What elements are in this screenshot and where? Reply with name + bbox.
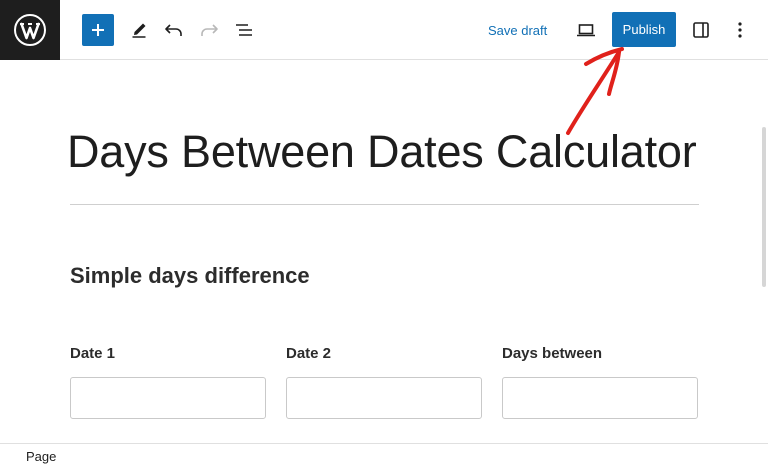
document-overview-button[interactable] — [230, 16, 258, 44]
status-bar: Page — [0, 443, 768, 467]
date-1-input[interactable] — [70, 377, 266, 419]
undo-button[interactable] — [160, 16, 188, 44]
list-view-icon — [236, 24, 252, 36]
date-2-input[interactable] — [286, 377, 482, 419]
wordpress-logo-button[interactable] — [0, 0, 60, 60]
settings-sidebar-button[interactable] — [687, 16, 715, 44]
section-heading[interactable]: Simple days difference — [70, 263, 310, 289]
date-2-label: Date 2 — [286, 345, 332, 362]
days-between-input[interactable] — [502, 377, 698, 419]
wordpress-logo-icon — [14, 14, 46, 46]
redo-button[interactable] — [195, 16, 223, 44]
pencil-icon — [132, 23, 146, 38]
separator — [70, 204, 699, 205]
date-1-label: Date 1 — [70, 345, 116, 362]
laptop-icon — [577, 24, 595, 37]
more-vertical-icon — [738, 22, 742, 38]
tools-button[interactable] — [125, 16, 153, 44]
preview-button[interactable] — [572, 16, 600, 44]
publish-button[interactable]: Publish — [612, 12, 676, 47]
undo-icon — [165, 24, 182, 36]
canvas-scrollbar[interactable] — [762, 127, 766, 287]
post-title[interactable]: Days Between Dates Calculator — [67, 126, 697, 178]
breadcrumb[interactable]: Page — [26, 449, 56, 464]
redo-icon — [201, 24, 218, 36]
plus-icon — [92, 24, 104, 36]
add-block-button[interactable] — [82, 14, 114, 46]
sidebar-toggle-icon — [693, 22, 709, 38]
save-draft-button[interactable]: Save draft — [488, 18, 547, 42]
options-button[interactable] — [726, 16, 754, 44]
editor-toolbar: Save draft Publish — [0, 0, 768, 60]
days-between-label: Days between — [502, 345, 603, 362]
